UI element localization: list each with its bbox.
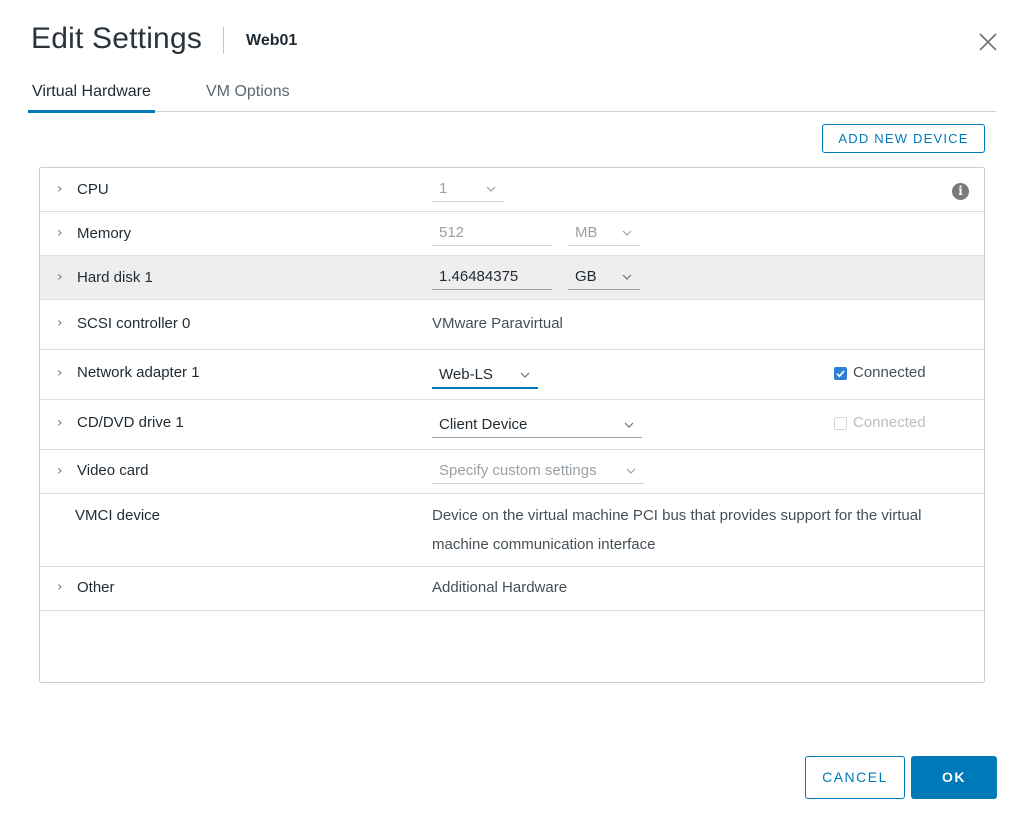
hardware-grid: › CPU 1 i › Memory 512 MB › Hard disk 1 … — [39, 167, 985, 683]
chevron-right-icon[interactable]: › — [57, 579, 63, 595]
chevron-right-icon[interactable]: › — [57, 225, 63, 241]
hardware-row-cpu: › CPU 1 i — [40, 168, 984, 212]
add-new-device-button[interactable]: ADD NEW DEVICE — [822, 124, 985, 153]
hard-disk-unit-select[interactable]: GB — [568, 268, 640, 290]
cdrom-value: Client Device — [439, 416, 528, 433]
hardware-row-scsi: › SCSI controller 0 VMware Paravirtual — [40, 300, 984, 350]
scsi-value: VMware Paravirtual — [432, 315, 563, 332]
network-connected-label[interactable]: Connected — [853, 364, 926, 381]
video-value: Specify custom settings — [439, 462, 597, 479]
hardware-row-network: › Network adapter 1 Web-LS Connected — [40, 350, 984, 400]
vmci-description: Device on the virtual machine PCI bus th… — [432, 507, 922, 553]
hard-disk-unit-value: GB — [575, 268, 597, 285]
chevron-right-icon[interactable]: › — [57, 365, 63, 381]
hardware-row-other: › Other Additional Hardware — [40, 567, 984, 611]
tab-virtual-hardware[interactable]: Virtual Hardware — [28, 83, 155, 113]
network-value: Web-LS — [439, 366, 493, 383]
hardware-row-video: › Video card Specify custom settings — [40, 450, 984, 494]
chevron-right-icon[interactable]: › — [57, 463, 63, 479]
hardware-row-cdrom: › CD/DVD drive 1 Client Device Connected — [40, 400, 984, 450]
network-label: Network adapter 1 — [77, 364, 200, 381]
close-icon[interactable] — [976, 30, 1000, 54]
chevron-down-icon — [622, 274, 632, 280]
cpu-select[interactable]: 1 — [432, 180, 504, 202]
cancel-button[interactable]: CANCEL — [805, 756, 905, 799]
cdrom-select[interactable]: Client Device — [432, 416, 642, 438]
chevron-right-icon[interactable]: › — [57, 415, 63, 431]
cpu-label: CPU — [77, 181, 109, 198]
hardware-row-memory: › Memory 512 MB — [40, 212, 984, 256]
ok-button[interactable]: OK — [911, 756, 997, 799]
memory-unit-select[interactable]: MB — [568, 224, 640, 246]
network-select[interactable]: Web-LS — [432, 366, 538, 389]
vmci-label: VMCI device — [75, 507, 161, 524]
hard-disk-size-input[interactable]: 1.46484375 — [432, 268, 552, 290]
memory-unit-value: MB — [575, 224, 598, 241]
title-divider — [223, 27, 224, 54]
tab-vm-options[interactable]: VM Options — [202, 83, 294, 110]
tab-bar: Virtual Hardware VM Options — [28, 80, 996, 113]
hardware-row-vmci: VMCI device Device on the virtual machin… — [40, 494, 984, 567]
hard-disk-label: Hard disk 1 — [77, 269, 153, 286]
memory-label: Memory — [77, 225, 132, 242]
network-connected-checkbox[interactable] — [834, 367, 847, 380]
cpu-value: 1 — [439, 180, 448, 197]
scsi-label: SCSI controller 0 — [77, 315, 191, 332]
memory-input[interactable]: 512 — [432, 224, 552, 246]
info-icon[interactable]: i — [952, 183, 969, 200]
chevron-down-icon — [626, 468, 636, 474]
chevron-down-icon — [486, 186, 496, 192]
chevron-down-icon — [520, 372, 530, 378]
other-value: Additional Hardware — [432, 579, 568, 596]
dialog-title: Edit Settings — [31, 22, 203, 55]
other-label: Other — [77, 579, 115, 596]
chevron-down-icon — [622, 230, 632, 236]
vm-name: Web01 — [246, 32, 298, 49]
video-label: Video card — [77, 462, 149, 479]
video-select[interactable]: Specify custom settings — [432, 462, 644, 484]
chevron-right-icon[interactable]: › — [57, 181, 63, 197]
cdrom-label: CD/DVD drive 1 — [77, 414, 184, 431]
hardware-row-hard-disk: › Hard disk 1 1.46484375 GB — [40, 256, 984, 300]
cdrom-connected-checkbox[interactable] — [834, 417, 847, 430]
cdrom-connected-label[interactable]: Connected — [853, 414, 926, 431]
chevron-right-icon[interactable]: › — [57, 315, 63, 331]
chevron-right-icon[interactable]: › — [57, 269, 63, 285]
chevron-down-icon — [624, 422, 634, 428]
